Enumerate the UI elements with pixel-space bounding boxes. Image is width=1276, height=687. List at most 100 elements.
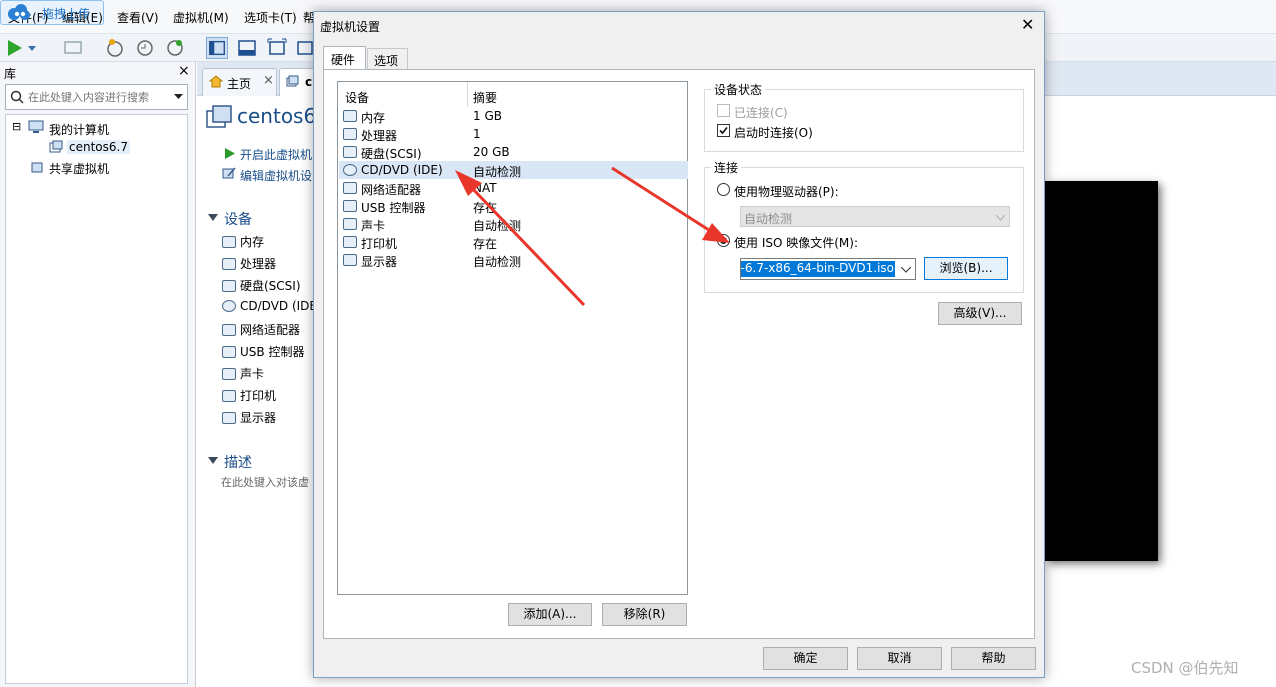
device-hard-disk[interactable]: 硬盘(SCSI) <box>222 277 301 294</box>
remove-device-button[interactable]: 移除(R) <box>602 603 687 626</box>
cd-icon <box>222 300 236 312</box>
help-button[interactable]: 帮助 <box>951 647 1036 670</box>
iso-path-value[interactable]: CentOS-6.7-x86_64-bin-DVD1.iso <box>741 261 895 277</box>
advanced-button[interactable]: 高级(V)... <box>938 302 1022 325</box>
device-status-label: 设备状态 <box>711 81 766 98</box>
tab-home-label: 主页 <box>227 77 252 91</box>
chevron-down-icon[interactable] <box>174 94 183 100</box>
speaker-icon <box>222 368 236 380</box>
device-row-cd-dvd[interactable]: CD/DVD (IDE) 自动检测 <box>339 161 688 179</box>
device-printer[interactable]: 打印机 <box>222 387 276 404</box>
tree-item-my-computer[interactable]: 我的计算机 <box>49 121 109 138</box>
search-input[interactable] <box>28 88 168 106</box>
description-heading: 描述 <box>224 455 252 471</box>
speaker-icon <box>343 218 357 230</box>
vm-screen-thumbnail[interactable] <box>1045 181 1158 561</box>
chevron-down-icon[interactable] <box>901 267 911 273</box>
tree-item-centos[interactable]: centos6.7 <box>67 140 130 154</box>
device-row-sound[interactable]: 声卡 自动检测 <box>339 215 688 233</box>
iso-image-label: 使用 ISO 映像文件(M): <box>734 236 858 250</box>
library-close-icon[interactable]: × <box>178 63 190 79</box>
edit-settings-link[interactable]: 编辑虚拟机设 <box>240 167 312 184</box>
device-cd-dvd[interactable]: CD/DVD (IDE <box>222 299 317 313</box>
snapshot-icon[interactable] <box>104 37 126 59</box>
connect-at-power-on-checkbox[interactable] <box>717 124 730 137</box>
cancel-button[interactable]: 取消 <box>857 647 942 670</box>
column-divider[interactable] <box>467 82 468 107</box>
dialog-title: 虚拟机设置 <box>320 20 381 34</box>
menu-tabs[interactable]: 选项卡(T) <box>244 9 297 26</box>
column-device[interactable]: 设备 <box>345 89 369 106</box>
tab-hardware[interactable]: 硬件 <box>323 46 366 70</box>
menu-view[interactable]: 查看(V) <box>117 9 159 26</box>
tab-home[interactable]: 主页 × <box>202 68 277 96</box>
device-row-hard-disk[interactable]: 硬盘(SCSI) 20 GB <box>339 143 688 161</box>
hardware-panel: 设备 摘要 内存 1 GB 处理器 1 硬盘(SCSI) 20 GB CD/DVD (… <box>323 69 1035 639</box>
physical-drive-label: 使用物理驱动器(P): <box>734 185 839 199</box>
fullscreen-icon[interactable] <box>266 37 288 59</box>
monitor-icon <box>343 254 357 266</box>
watermark: CSDN @伯先知 <box>1131 659 1239 677</box>
tree-item-shared-vm[interactable]: 共享虚拟机 <box>49 160 109 177</box>
tab-options[interactable]: 选项 <box>367 48 408 69</box>
connection-label: 连接 <box>711 159 742 176</box>
dialog-close-icon[interactable]: ✕ <box>1021 15 1034 34</box>
hard-disk-icon <box>222 280 236 292</box>
usb-icon <box>343 200 357 212</box>
edit-settings-icon <box>222 167 236 179</box>
description-placeholder[interactable]: 在此处键入对该虚 <box>221 474 309 490</box>
device-row-network[interactable]: 网络适配器 NAT <box>339 179 688 197</box>
chevron-down-icon[interactable] <box>26 37 38 59</box>
connected-label: 已连接(C) <box>734 106 788 120</box>
vm-settings-dialog: 虚拟机设置 ✕ 硬件 选项 设备 摘要 内存 1 GB 处理器 1 硬盘(SCSI)… <box>313 11 1045 678</box>
processor-icon <box>222 258 236 270</box>
ok-button[interactable]: 确定 <box>763 647 848 670</box>
computer-icon <box>28 120 44 133</box>
collapse-icon[interactable] <box>208 457 218 465</box>
snapshot-manager-icon[interactable] <box>164 37 186 59</box>
processor-icon <box>343 128 357 140</box>
device-sound[interactable]: 声卡 <box>222 365 264 382</box>
checkmark-icon <box>719 126 728 135</box>
physical-drive-select[interactable]: 自动检测 <box>740 206 1010 227</box>
device-row-display[interactable]: 显示器 自动检测 <box>339 251 688 269</box>
device-row-usb[interactable]: USB 控制器 存在 <box>339 197 688 215</box>
usb-icon <box>222 346 236 358</box>
collapse-icon[interactable] <box>208 214 218 222</box>
device-usb[interactable]: USB 控制器 <box>222 343 304 360</box>
device-row-memory[interactable]: 内存 1 GB <box>339 107 688 125</box>
device-memory[interactable]: 内存 <box>222 233 264 250</box>
iso-path-combobox[interactable]: CentOS-6.7-x86_64-bin-DVD1.iso <box>740 258 916 280</box>
library-title: 库 <box>4 67 17 81</box>
browse-button[interactable]: 浏览(B)... <box>924 257 1008 280</box>
device-row-processor[interactable]: 处理器 1 <box>339 125 688 143</box>
column-summary[interactable]: 摘要 <box>473 89 497 106</box>
iso-image-radio[interactable] <box>717 234 730 247</box>
shared-vm-icon <box>31 162 43 173</box>
physical-drive-radio[interactable] <box>717 183 730 196</box>
cd-icon <box>343 164 357 176</box>
library-view-icon[interactable] <box>206 37 228 59</box>
revert-snapshot-icon[interactable] <box>134 37 156 59</box>
hard-disk-icon <box>343 146 357 158</box>
device-network[interactable]: 网络适配器 <box>222 321 300 338</box>
menu-vm[interactable]: 虚拟机(M) <box>173 9 229 26</box>
device-list: 设备 摘要 内存 1 GB 处理器 1 硬盘(SCSI) 20 GB CD/DVD (… <box>337 81 688 595</box>
add-device-button[interactable]: 添加(A)... <box>508 603 592 626</box>
tree-toggle-icon[interactable]: ⊟ <box>12 120 21 133</box>
connect-at-power-on-label: 启动时连接(O) <box>734 126 813 140</box>
device-row-printer[interactable]: 打印机 存在 <box>339 233 688 251</box>
device-display[interactable]: 显示器 <box>222 409 276 426</box>
power-on-link[interactable]: 开启此虚拟机 <box>240 146 312 163</box>
tab-close-icon[interactable]: × <box>263 73 274 88</box>
library-panel: 库 × ⊟ 我的计算机 centos6.7 共享虚拟机 <box>0 62 196 687</box>
devices-heading: 设备 <box>224 212 252 228</box>
device-processor[interactable]: 处理器 <box>222 255 276 272</box>
memory-icon <box>343 110 357 122</box>
library-search[interactable] <box>5 84 188 110</box>
play-icon[interactable] <box>4 37 26 59</box>
network-adapter-icon <box>343 182 357 194</box>
network-icon[interactable] <box>62 37 84 59</box>
connected-checkbox[interactable] <box>717 104 730 117</box>
console-view-icon[interactable] <box>236 37 258 59</box>
